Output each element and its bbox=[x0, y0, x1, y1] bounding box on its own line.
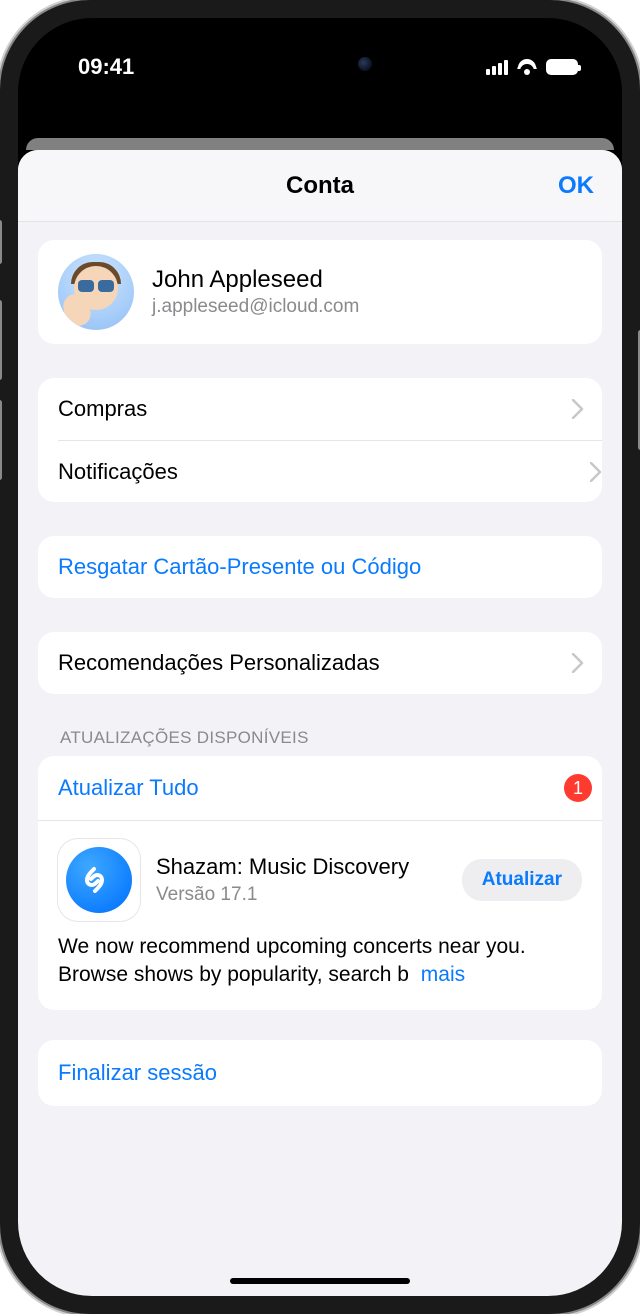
account-sheet: Conta OK John Appleseed j.appleseed@ bbox=[18, 150, 622, 1296]
profile-name: John Appleseed bbox=[152, 266, 359, 294]
notifications-label: Notificações bbox=[58, 459, 178, 485]
update-all-label: Atualizar Tudo bbox=[58, 775, 199, 801]
purchases-row[interactable]: Compras bbox=[38, 378, 602, 440]
chevron-right-icon bbox=[590, 462, 602, 482]
dynamic-island bbox=[240, 42, 400, 86]
app-update-row[interactable]: Shazam: Music Discovery Versão 17.1 Atua… bbox=[38, 821, 602, 929]
update-all-row[interactable]: Atualizar Tudo 1 bbox=[38, 756, 602, 821]
purchases-label: Compras bbox=[58, 396, 147, 422]
app-version: Versão 17.1 bbox=[156, 884, 446, 906]
cellular-icon bbox=[486, 59, 508, 75]
avatar bbox=[58, 254, 134, 330]
home-indicator[interactable] bbox=[230, 1278, 410, 1284]
app-icon-shazam bbox=[58, 839, 140, 921]
page-title: Conta bbox=[286, 172, 354, 200]
redeem-row[interactable]: Resgatar Cartão-Presente ou Código bbox=[38, 536, 602, 598]
updates-header: ATUALIZAÇÕES DISPONÍVEIS bbox=[38, 728, 602, 756]
chevron-right-icon bbox=[572, 653, 584, 673]
release-notes: We now recommend upcoming concerts near … bbox=[38, 929, 602, 1010]
sign-out-button[interactable]: Finalizar sessão bbox=[38, 1040, 602, 1106]
done-button[interactable]: OK bbox=[558, 172, 594, 200]
profile-email: j.appleseed@icloud.com bbox=[152, 296, 359, 318]
update-count-badge: 1 bbox=[564, 774, 592, 802]
battery-icon bbox=[546, 59, 578, 75]
wifi-icon bbox=[516, 59, 538, 75]
nav-bar: Conta OK bbox=[18, 150, 622, 222]
personalized-row[interactable]: Recomendações Personalizadas bbox=[38, 632, 602, 694]
background-card bbox=[26, 138, 614, 150]
chevron-right-icon bbox=[572, 399, 584, 419]
notifications-row[interactable]: Notificações bbox=[58, 440, 602, 502]
redeem-label: Resgatar Cartão-Presente ou Código bbox=[58, 554, 421, 580]
status-time: 09:41 bbox=[78, 54, 134, 80]
update-button[interactable]: Atualizar bbox=[462, 859, 582, 901]
front-camera bbox=[358, 57, 372, 71]
app-name: Shazam: Music Discovery bbox=[156, 854, 446, 880]
profile-group[interactable]: John Appleseed j.appleseed@icloud.com bbox=[38, 240, 602, 344]
personalized-label: Recomendações Personalizadas bbox=[58, 650, 380, 676]
more-link[interactable]: mais bbox=[421, 963, 465, 986]
